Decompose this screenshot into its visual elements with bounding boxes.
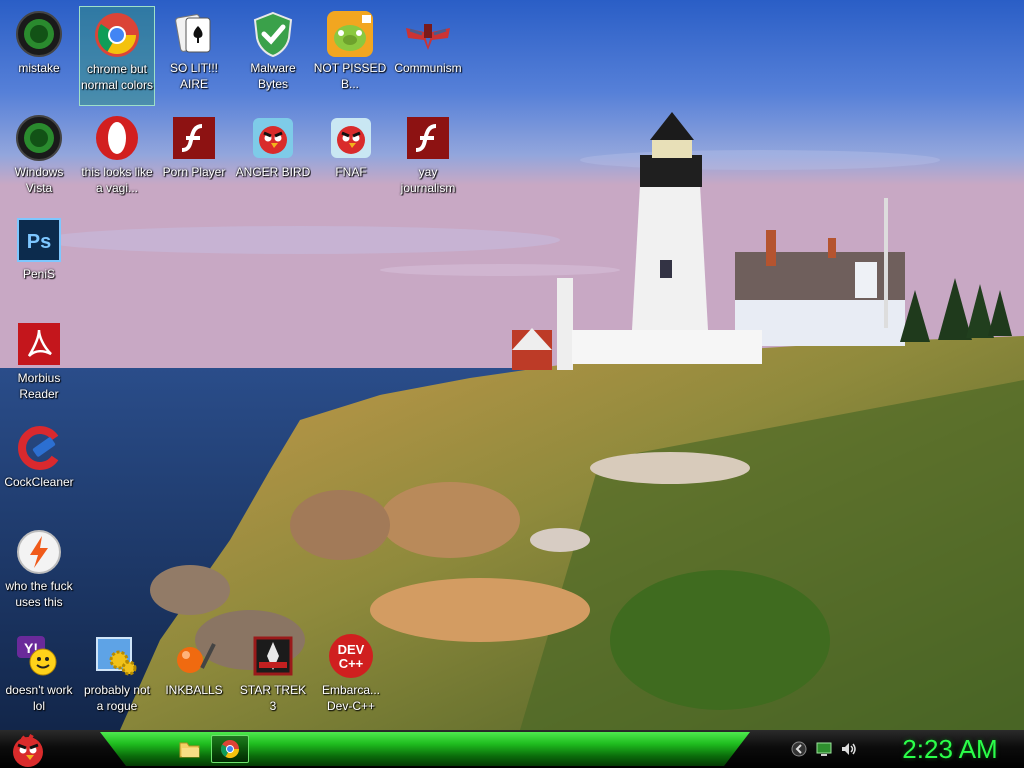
winamp-bolt-icon	[15, 528, 63, 576]
desktop-icon-label: FNAF	[335, 165, 367, 179]
chrome-icon	[93, 11, 141, 59]
angry-bird-red-icon	[327, 114, 375, 162]
monitor-icon[interactable]	[815, 740, 833, 758]
shield-check-icon	[249, 10, 297, 58]
inkball-icon	[170, 632, 218, 680]
svg-text:C++: C++	[339, 656, 364, 671]
desktop-icon-not-pissed[interactable]: NOT PISSED B...	[312, 6, 388, 92]
desktop-icon-label: NOT PISSED B...	[313, 61, 387, 91]
desktop-icon-label: who the fuck uses this	[5, 579, 73, 609]
gears-window-icon	[93, 632, 141, 680]
desktop-icon-yay-journalism[interactable]: yay journalism	[390, 110, 466, 196]
taskbar-clock[interactable]: 2:23 AM	[880, 732, 1020, 766]
svg-text:Ps: Ps	[27, 231, 51, 253]
winged-emblem-icon	[404, 10, 452, 58]
xbox-green-orb-icon	[15, 114, 63, 162]
system-tray[interactable]	[785, 730, 875, 768]
desktop-icon-malwarebytes[interactable]: Malware Bytes	[235, 6, 311, 92]
desktop-icon-probably-not-rogue[interactable]: probably not a rogue	[79, 628, 155, 714]
desktop-icon-label: Malware Bytes	[250, 61, 296, 91]
desktop-icon-yahoo-messenger[interactable]: Y! doesn't work lol	[1, 628, 77, 714]
desktop[interactable]: mistake chrome but normal colors SO LIT!…	[0, 0, 1024, 730]
desktop-icon-label: Windows Vista	[14, 165, 64, 195]
desktop-icon-label: chrome but normal colors	[80, 62, 154, 92]
desktop-icon-label: INKBALLS	[165, 683, 223, 697]
desktop-icon-who-uses-this[interactable]: who the fuck uses this	[1, 524, 77, 610]
desktop-icon-label: CockCleaner	[4, 475, 74, 489]
desktop-icon-label: Embarca... Dev-C++	[321, 683, 381, 713]
network-arrow-icon[interactable]	[790, 740, 808, 758]
desktop-icon-label: PeniS	[22, 267, 56, 281]
angry-bird-start-icon	[13, 734, 43, 767]
desktop-icon-label: ANGER BIRD	[235, 165, 311, 179]
desktop-icon-star-trek-3[interactable]: STAR TREK 3	[235, 628, 311, 714]
desktop-icon-morbius-reader[interactable]: Morbius Reader	[1, 316, 77, 402]
ccleaner-icon	[15, 424, 63, 472]
acrobat-icon	[15, 320, 63, 368]
desktop-icon-label: Morbius Reader	[17, 371, 61, 401]
angry-bird-red-icon	[249, 114, 297, 162]
desktop-icon-label: SO LIT!!! AIRE	[169, 61, 218, 91]
flash-icon	[170, 114, 218, 162]
taskbar-file-explorer[interactable]	[170, 735, 208, 763]
desktop-icon-windows-vista[interactable]: Windows Vista	[1, 110, 77, 196]
desktop-icon-label: this looks like a vagi...	[81, 165, 153, 195]
devcpp-icon: DEV C++	[327, 632, 375, 680]
desktop-icon-inkballs[interactable]: INKBALLS	[156, 628, 232, 698]
desktop-icon-cockcleaner[interactable]: CockCleaner	[1, 420, 77, 490]
flash-icon	[404, 114, 452, 162]
desktop-icon-penis[interactable]: Ps PeniS	[1, 212, 77, 282]
desktop-icon-label: probably not a rogue	[83, 683, 151, 713]
desktop-icon-label: mistake	[18, 61, 60, 75]
desktop-icon-porn-player[interactable]: Porn Player	[156, 110, 232, 180]
taskbar-chrome[interactable]	[211, 735, 249, 763]
desktop-icon-opera[interactable]: this looks like a vagi...	[79, 110, 155, 196]
solitaire-cards-icon	[170, 10, 218, 58]
volume-icon[interactable]	[840, 740, 858, 758]
desktop-icon-label: Communism	[394, 61, 462, 75]
angry-birds-pig-icon	[326, 10, 374, 58]
desktop-icon-mistake[interactable]: mistake	[1, 6, 77, 76]
chrome-icon	[220, 740, 239, 759]
desktop-icon-dev-cpp[interactable]: DEV C++ Embarca... Dev-C++	[313, 628, 389, 714]
star-trek-icon	[249, 632, 297, 680]
xbox-green-orb-icon	[15, 10, 63, 58]
desktop-icon-communism[interactable]: Communism	[390, 6, 466, 76]
desktop-icon-anger-bird[interactable]: ANGER BIRD	[235, 110, 311, 180]
photoshop-icon: Ps	[15, 216, 63, 264]
folder-icon	[179, 742, 200, 758]
svg-text:DEV: DEV	[338, 642, 365, 657]
yahoo-messenger-icon: Y!	[15, 632, 63, 680]
start-button[interactable]	[4, 730, 50, 768]
desktop-icon-label: doesn't work lol	[5, 683, 73, 713]
desktop-icon-chrome[interactable]: chrome but normal colors	[79, 6, 155, 106]
desktop-icon-label: STAR TREK 3	[239, 683, 307, 713]
desktop-icon-solitaire[interactable]: SO LIT!!! AIRE	[156, 6, 232, 92]
taskbar[interactable]: 2:23 AM	[0, 730, 1024, 768]
desktop-icon-label: Porn Player	[162, 165, 226, 179]
opera-icon	[93, 114, 141, 162]
desktop-icon-label: yay journalism	[400, 165, 456, 195]
desktop-icon-fnaf[interactable]: FNAF	[313, 110, 389, 180]
